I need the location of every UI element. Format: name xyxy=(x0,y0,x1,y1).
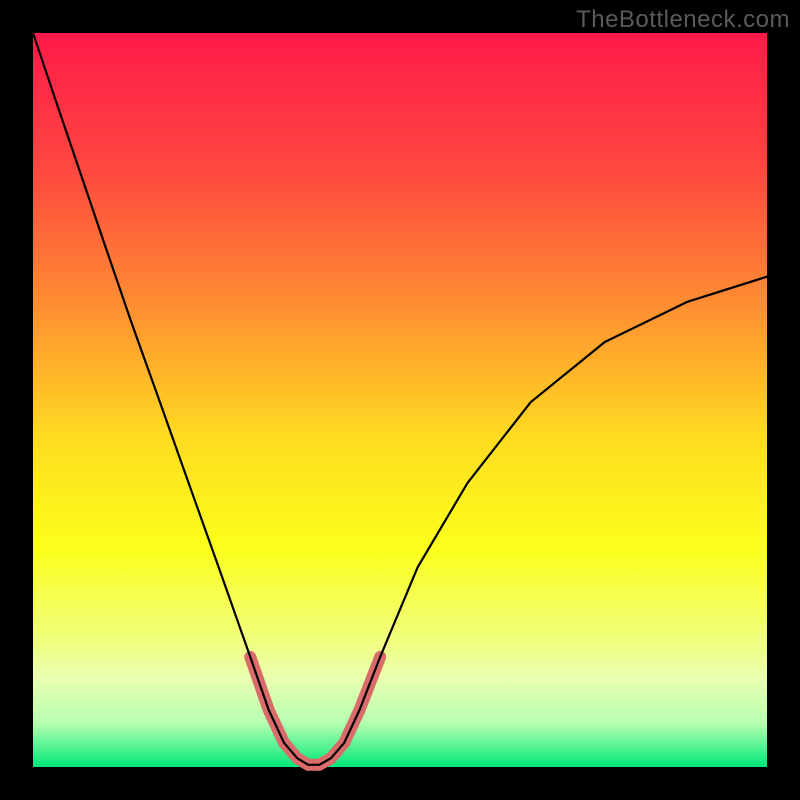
chart-container: TheBottleneck.com xyxy=(0,0,800,800)
bottleneck-chart xyxy=(0,0,800,800)
watermark-text: TheBottleneck.com xyxy=(576,6,790,34)
plot-background xyxy=(33,33,767,767)
